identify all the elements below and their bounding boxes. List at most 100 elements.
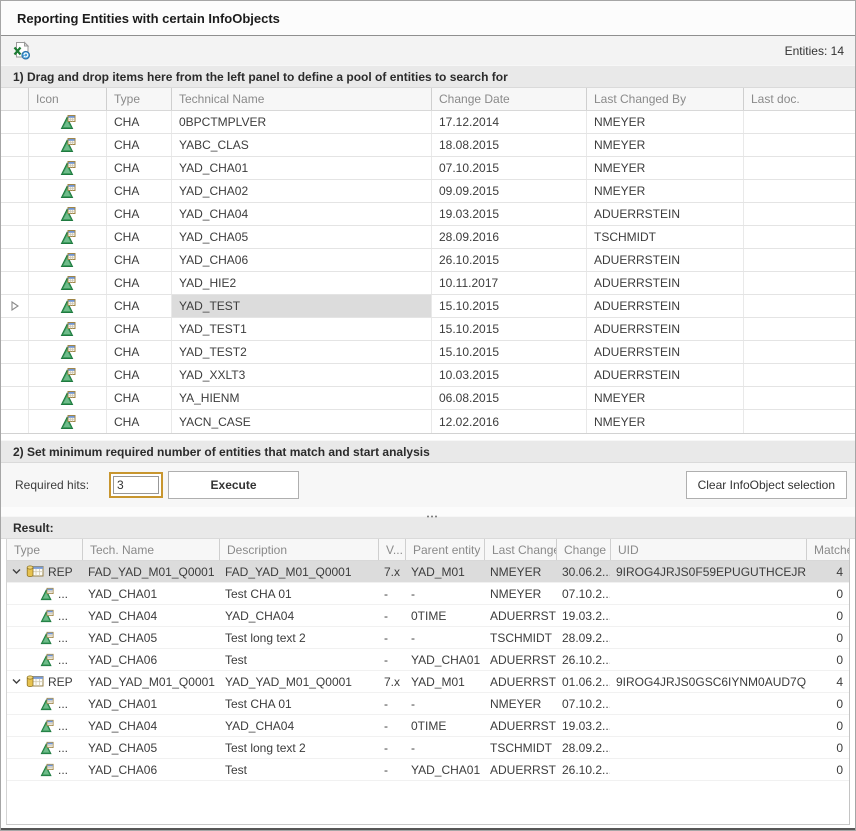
change-date-cell: 10.11.2017: [431, 272, 586, 294]
cha-infoobject-icon: [60, 252, 76, 268]
required-hits-input[interactable]: [113, 476, 159, 494]
result-row[interactable]: REPFAD_YAD_M01_Q0001FAD_YAD_M01_Q00017.x…: [7, 561, 849, 583]
icon-cell: [28, 295, 106, 317]
pool-table-header: IconTypeTechnical NameChange DateLast Ch…: [1, 88, 855, 111]
column-header[interactable]: Type: [106, 88, 171, 110]
type-label: ...: [58, 631, 68, 645]
infoobject-row[interactable]: CHAYAD_XXLT310.03.2015ADUERRSTEIN: [1, 364, 855, 387]
technical-name-cell[interactable]: YAD_XXLT3: [171, 364, 431, 386]
column-header[interactable]: V...: [378, 539, 405, 560]
change-date-cell: 26.10.2015: [431, 249, 586, 271]
parent-entity-cell: -: [405, 583, 484, 604]
column-header[interactable]: Parent entity: [405, 539, 484, 560]
result-row[interactable]: ...YAD_CHA04YAD_CHA04-0TIMEADUERRSTE...1…: [7, 715, 849, 737]
column-header[interactable]: Change ...: [556, 539, 610, 560]
technical-name-cell[interactable]: YAD_HIE2: [171, 272, 431, 294]
uid-cell: [610, 693, 806, 714]
infoobject-row[interactable]: CHAYAD_TEST15.10.2015ADUERRSTEIN: [1, 295, 855, 318]
infoobject-row[interactable]: CHAYAD_TEST115.10.2015ADUERRSTEIN: [1, 318, 855, 341]
infoobject-row[interactable]: CHAYAD_CHA0419.03.2015ADUERRSTEIN: [1, 203, 855, 226]
technical-name-cell[interactable]: YAD_TEST: [171, 295, 431, 317]
technical-name-cell[interactable]: 0BPCTMPLVER: [171, 111, 431, 133]
icon-cell: [28, 157, 106, 179]
infoobject-row[interactable]: CHAYAD_CHA0528.09.2016TSCHMIDT: [1, 226, 855, 249]
technical-name-cell[interactable]: YAD_CHA01: [171, 157, 431, 179]
tech-name-cell: YAD_CHA05: [82, 737, 219, 758]
last-changed-by-cell: ADUERRSTEIN: [586, 272, 743, 294]
column-header[interactable]: Last Changed By: [586, 88, 743, 110]
column-header[interactable]: UID: [610, 539, 806, 560]
infoobject-row[interactable]: CHAYACN_CASE12.02.2016NMEYER: [1, 410, 855, 433]
row-selector-icon: [11, 301, 19, 311]
rep-query-icon: [26, 674, 44, 689]
row-gutter: [1, 226, 28, 248]
column-header[interactable]: Last Change...: [484, 539, 556, 560]
last-changed-by-cell: NMEYER: [586, 180, 743, 202]
last-changed-by-cell: ADUERRSTEIN: [586, 364, 743, 386]
infoobject-row[interactable]: CHAYA_HIENM06.08.2015NMEYER: [1, 387, 855, 410]
infoobject-row[interactable]: CHAYAD_CHA0626.10.2015ADUERRSTEIN: [1, 249, 855, 272]
column-header[interactable]: Last doc.: [743, 88, 855, 110]
change-date-cell: 07.10.2015: [431, 157, 586, 179]
infoobject-row[interactable]: CHAYAD_CHA0209.09.2015NMEYER: [1, 180, 855, 203]
last-changed-by-cell: ADUERRSTEIN: [586, 341, 743, 363]
last-changed-by-cell: ADUERRSTEIN: [586, 249, 743, 271]
clear-infoobject-selection-button[interactable]: Clear InfoObject selection: [686, 471, 847, 499]
result-row[interactable]: ...YAD_CHA06Test-YAD_CHA01ADUERRSTE...26…: [7, 759, 849, 781]
technical-name-cell[interactable]: YA_HIENM: [171, 387, 431, 409]
tech-name-cell: YAD_CHA05: [82, 627, 219, 648]
chevron-down-icon[interactable]: [11, 676, 22, 687]
technical-name-cell[interactable]: YACN_CASE: [171, 410, 431, 433]
result-row[interactable]: ...YAD_CHA01Test CHA 01--NMEYER07.10.2..…: [7, 583, 849, 605]
excel-export-icon[interactable]: [10, 40, 32, 62]
technical-name-cell[interactable]: YAD_TEST1: [171, 318, 431, 340]
result-row[interactable]: ...YAD_CHA06Test-YAD_CHA01ADUERRSTE...26…: [7, 649, 849, 671]
infoobject-row[interactable]: CHA0BPCTMPLVER17.12.2014NMEYER: [1, 111, 855, 134]
result-row[interactable]: ...YAD_CHA04YAD_CHA04-0TIMEADUERRSTE...1…: [7, 605, 849, 627]
type-label: ...: [58, 719, 68, 733]
uid-cell: [610, 627, 806, 648]
splitter-grip-icon[interactable]: [425, 508, 439, 522]
description-cell: FAD_YAD_M01_Q0001: [219, 561, 378, 582]
tech-name-cell: YAD_CHA01: [82, 693, 219, 714]
column-header[interactable]: Technical Name: [171, 88, 431, 110]
column-header[interactable]: Icon: [28, 88, 106, 110]
type-cell: CHA: [106, 387, 171, 409]
technical-name-cell[interactable]: YAD_CHA06: [171, 249, 431, 271]
column-header[interactable]: Matches: [806, 539, 849, 560]
row-gutter: [1, 364, 28, 386]
infoobject-row[interactable]: CHAYAD_HIE210.11.2017ADUERRSTEIN: [1, 272, 855, 295]
version-cell: -: [378, 715, 405, 736]
result-row[interactable]: REPYAD_YAD_M01_Q0001YAD_YAD_M01_Q00017.x…: [7, 671, 849, 693]
technical-name-cell[interactable]: YAD_TEST2: [171, 341, 431, 363]
row-gutter: [1, 180, 28, 202]
last-changed-by-cell: ADUERRSTEIN: [586, 295, 743, 317]
column-header[interactable]: Description: [219, 539, 378, 560]
infoobject-row[interactable]: CHAYAD_CHA0107.10.2015NMEYER: [1, 157, 855, 180]
change-date-cell: 28.09.2016: [431, 226, 586, 248]
column-header[interactable]: Type: [7, 539, 82, 560]
result-row[interactable]: ...YAD_CHA05Test long text 2--TSCHMIDT28…: [7, 627, 849, 649]
infoobject-row[interactable]: CHAYABC_CLAS18.08.2015NMEYER: [1, 134, 855, 157]
technical-name-cell[interactable]: YAD_CHA02: [171, 180, 431, 202]
cha-infoobject-icon: [60, 160, 76, 176]
last-doc-cell: [743, 364, 855, 386]
type-cell: CHA: [106, 157, 171, 179]
result-row[interactable]: ...YAD_CHA01Test CHA 01--NMEYER07.10.2..…: [7, 693, 849, 715]
infoobject-row[interactable]: CHAYAD_TEST215.10.2015ADUERRSTEIN: [1, 341, 855, 364]
type-label: ...: [58, 653, 68, 667]
description-cell: Test: [219, 759, 378, 780]
change-date-cell: 28.09.2...: [556, 737, 610, 758]
analysis-section-header: 2) Set minimum required number of entiti…: [1, 440, 855, 463]
type-cell: CHA: [106, 410, 171, 433]
technical-name-cell[interactable]: YAD_CHA04: [171, 203, 431, 225]
technical-name-cell[interactable]: YAD_CHA05: [171, 226, 431, 248]
technical-name-cell[interactable]: YABC_CLAS: [171, 134, 431, 156]
chevron-down-icon[interactable]: [11, 566, 22, 577]
description-cell: Test CHA 01: [219, 583, 378, 604]
result-row[interactable]: ...YAD_CHA05Test long text 2--TSCHMIDT28…: [7, 737, 849, 759]
icon-cell: [28, 111, 106, 133]
execute-button[interactable]: Execute: [168, 471, 299, 499]
column-header[interactable]: Tech. Name: [82, 539, 219, 560]
column-header[interactable]: Change Date: [431, 88, 586, 110]
